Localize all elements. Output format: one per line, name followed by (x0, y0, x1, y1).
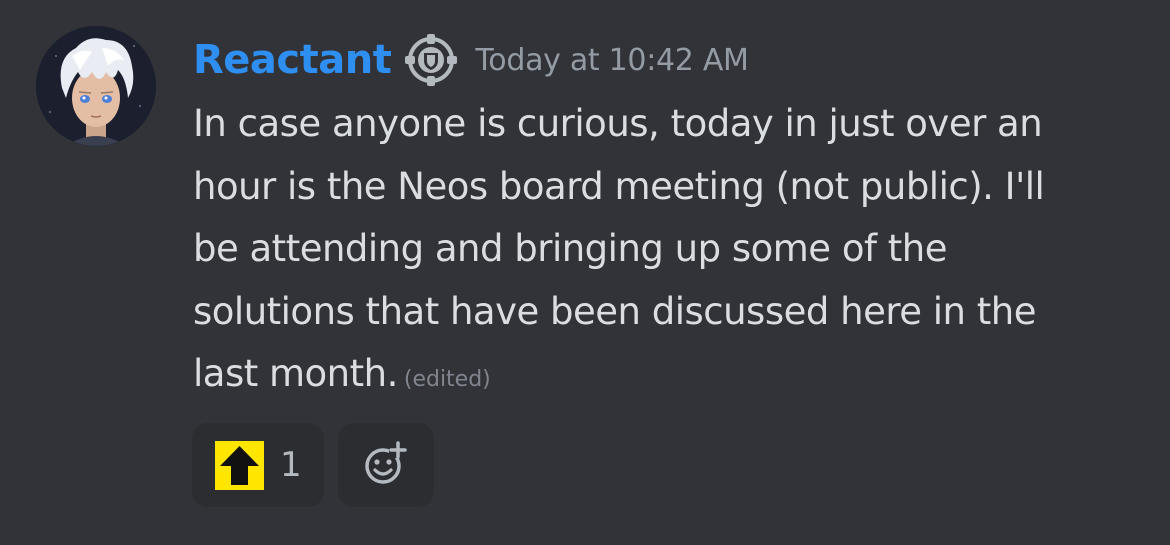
message-line: hour is the Neos board meeting (not publ… (193, 164, 1045, 208)
message-line: In case anyone is curious, today in just… (193, 102, 1043, 145)
edited-label: (edited) (403, 367, 491, 392)
message-line: solutions that have been discussed here … (193, 289, 1036, 333)
reaction-count: 1 (280, 445, 302, 485)
message-last-line: last month. (edited) (193, 343, 1153, 412)
add-reaction-icon (361, 438, 411, 492)
timestamp: Today at 10:42 AM (475, 42, 749, 78)
message-line: be attending and bringing up some of the (193, 227, 947, 270)
message-content: In case anyone is curious, today in just… (193, 93, 1153, 412)
chat-message: Reactant Today at 10:42 AM In case anyon… (0, 0, 1170, 545)
reactions-bar: 1 (192, 423, 434, 507)
moderator-shield-icon[interactable] (403, 32, 459, 88)
avatar[interactable] (36, 26, 156, 146)
reaction-up-arrow[interactable]: 1 (192, 423, 324, 507)
add-reaction-button[interactable] (338, 423, 434, 507)
up-arrow-emoji-icon (215, 440, 264, 490)
message-line: last month. (193, 352, 398, 395)
message-header: Reactant Today at 10:42 AM (193, 34, 749, 86)
username[interactable]: Reactant (193, 37, 392, 83)
